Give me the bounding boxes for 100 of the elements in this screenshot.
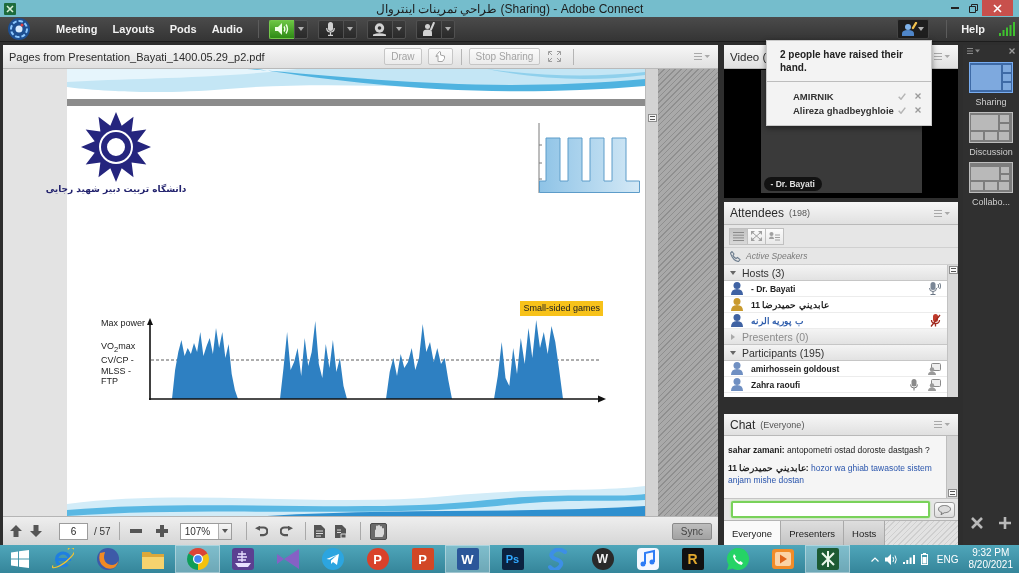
paper-plane-icon [321,548,344,570]
grip-icon [649,116,655,120]
taskbar-button[interactable]: W [580,545,625,573]
scrollbar[interactable] [645,69,658,516]
taskbar-button[interactable]: Ps [490,545,535,573]
chart-tag: Small-sided games [520,301,603,316]
emblem-drawing [81,112,151,182]
plus-icon[interactable] [155,525,168,537]
raise-hand-button[interactable] [415,19,441,39]
logo-text: دانشگاه تربیت دبیر شهید رجایی [45,184,187,194]
group-header[interactable]: Hosts (3) [724,265,947,281]
attendee-row[interactable]: - Dr. Bayati [724,281,947,297]
close-icon[interactable] [1009,48,1015,54]
send-button[interactable] [934,501,955,518]
layout-item[interactable]: Sharing [969,62,1013,107]
undo-icon[interactable] [254,525,268,537]
pod-title: Chat [730,417,756,432]
sync-button[interactable]: Sync [671,522,712,540]
attendee-name: amirhossein goldoust [751,363,840,374]
chat-input-field[interactable] [731,501,930,518]
menu-icon[interactable] [967,48,980,54]
layout-item[interactable]: Discussion [969,112,1013,157]
signal-bars-icon [999,22,1015,36]
battery-icon[interactable] [920,553,928,565]
chat-tab[interactable]: Hosts [844,521,886,545]
attendee-row[interactable]: amirhossein goldoust [724,361,947,377]
axis-label: CV/CP - [101,355,134,366]
taskbar-button[interactable]: R [670,545,715,573]
scrollbar[interactable] [946,436,958,498]
speaker-button[interactable] [268,19,294,39]
taskbar-button[interactable] [805,545,850,573]
group-header[interactable]: Participants (195) [724,345,947,361]
close-button[interactable] [982,0,1013,16]
caret-icon [297,27,304,31]
phone-bubble-icon [726,548,749,570]
axis-label: Max power [101,318,145,329]
menu-item[interactable]: Audio [211,23,243,35]
pan-hand-button[interactable] [369,522,387,540]
fullscreen-icon[interactable] [548,51,562,62]
taskbar-button[interactable]: W [445,545,490,573]
ribbon-icon [276,549,299,569]
webcam-button[interactable] [366,19,392,39]
help-menu[interactable]: Help [961,23,985,35]
raised-hands-button[interactable] [897,19,930,39]
page-settings-icon[interactable] [334,524,346,538]
arrow-down-icon[interactable] [30,525,42,537]
grip-icon [950,491,955,495]
folder-icon [141,549,164,569]
layout-item[interactable]: Collabo... [969,162,1013,207]
scroll-thumb[interactable] [948,489,957,497]
app-logo: W [591,548,614,570]
view-button[interactable] [729,227,748,245]
scroll-thumb[interactable] [647,114,657,122]
clock-button[interactable]: 9:32 PM 8/20/2021 [964,547,1013,571]
microphone-button[interactable] [317,19,343,39]
raised-hands-message: 2 people have raised their hand. [767,41,931,82]
menu-icon[interactable] [934,53,950,60]
redo-icon[interactable] [279,525,293,537]
pointer-button[interactable] [427,48,453,65]
layout-thumbnail-icon [969,112,1013,143]
monitor-person-icon [928,378,941,391]
taskbar-button[interactable]: P [400,545,445,573]
zoom-select[interactable]: 107% [179,522,232,540]
chat-tab[interactable]: Presenters [781,521,845,545]
scroll-thumb[interactable] [948,266,958,274]
caret-icon [444,27,451,31]
arrow-up-icon[interactable] [10,525,22,537]
plus-icon[interactable] [999,517,1011,529]
pointer-hand-icon [434,51,446,62]
page-icon[interactable] [313,524,325,538]
close-icon [993,3,1002,13]
person-name: AMIRNIK [793,90,834,102]
view-button[interactable] [747,227,766,245]
chat-tab[interactable]: Everyone [724,521,782,545]
chevron-up-icon[interactable] [870,556,879,562]
menu-item[interactable]: Meeting [56,23,98,35]
attendee-row[interactable]: 11 عابديني حميدرضا [724,297,947,313]
music-note-icon [636,548,659,570]
attendee-row[interactable]: ب پوريه الرنه [724,313,947,329]
restore-icon [968,3,978,13]
view-button[interactable] [765,227,784,245]
color-wheel-icon [186,548,209,570]
speaker-icon[interactable] [884,553,897,565]
list-icon [733,231,744,241]
hand-icon [372,525,384,537]
menu-item[interactable]: Pods [169,23,197,35]
microphone-icon [929,282,941,295]
menu-item[interactable]: Layouts [112,23,155,35]
pod-title: Attendees [730,206,785,220]
minus-icon[interactable] [129,529,142,533]
scrollbar[interactable] [947,265,958,397]
triangle-down-icon [730,270,736,275]
cross-icon[interactable] [971,517,983,529]
speaker-name-label: - Dr. Bayati [763,177,822,191]
caret-icon [395,27,402,31]
signal-bars-icon[interactable] [902,554,915,564]
app-logo: W [456,548,479,570]
page-number-field[interactable]: 6 [59,522,88,540]
taskbar-button[interactable]: P [355,545,400,573]
attendee-row[interactable]: Zahra raoufi [724,377,947,393]
